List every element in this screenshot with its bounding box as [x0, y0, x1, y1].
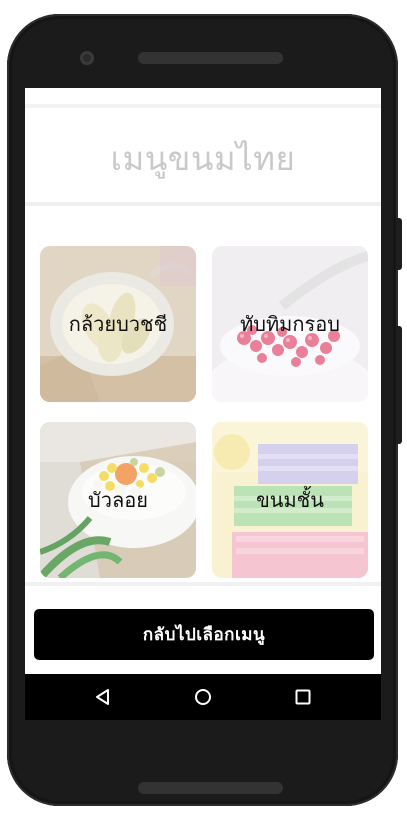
divider [25, 582, 381, 586]
app-content: เมนูขนมไทย กล้วยบวชชี ทับทิมกรอบ บัวลอย … [25, 88, 381, 674]
top-speaker [138, 52, 283, 64]
android-nav-bar [25, 674, 381, 720]
back-to-menu-button[interactable]: กลับไปเลือกเมนู [34, 609, 374, 660]
menu-card-bua-loy[interactable]: บัวลอย [40, 422, 196, 578]
power-button[interactable] [396, 218, 402, 270]
back-triangle-icon [96, 689, 109, 705]
menu-card-label: กล้วยบวชชี [68, 312, 168, 336]
home-circle-icon [195, 689, 211, 705]
menu-grid: กล้วยบวชชี ทับทิมกรอบ บัวลอย ขนมชั้น [40, 246, 370, 580]
nav-home-button[interactable] [173, 674, 233, 720]
title-bar: เมนูขนมไทย [25, 114, 381, 206]
recent-apps-square-icon [295, 689, 311, 705]
menu-card-kanom-chan[interactable]: ขนมชั้น [212, 422, 368, 578]
status-strip [25, 88, 381, 108]
page-title: เมนูขนมไทย [110, 138, 296, 178]
menu-card-kluay-buat-chee[interactable]: กล้วยบวชชี [40, 246, 196, 402]
nav-recent-button[interactable] [273, 674, 333, 720]
volume-button[interactable] [396, 326, 402, 444]
nav-back-button[interactable] [73, 674, 133, 720]
bottom-speaker [138, 782, 283, 794]
menu-card-label: ขนมชั้น [256, 488, 324, 512]
front-camera [80, 51, 94, 65]
menu-card-tub-tim-grob[interactable]: ทับทิมกรอบ [212, 246, 368, 402]
device-screen: เมนูขนมไทย กล้วยบวชชี ทับทิมกรอบ บัวลอย … [25, 88, 381, 720]
menu-card-label: ทับทิมกรอบ [240, 312, 340, 336]
menu-card-label: บัวลอย [88, 488, 148, 512]
